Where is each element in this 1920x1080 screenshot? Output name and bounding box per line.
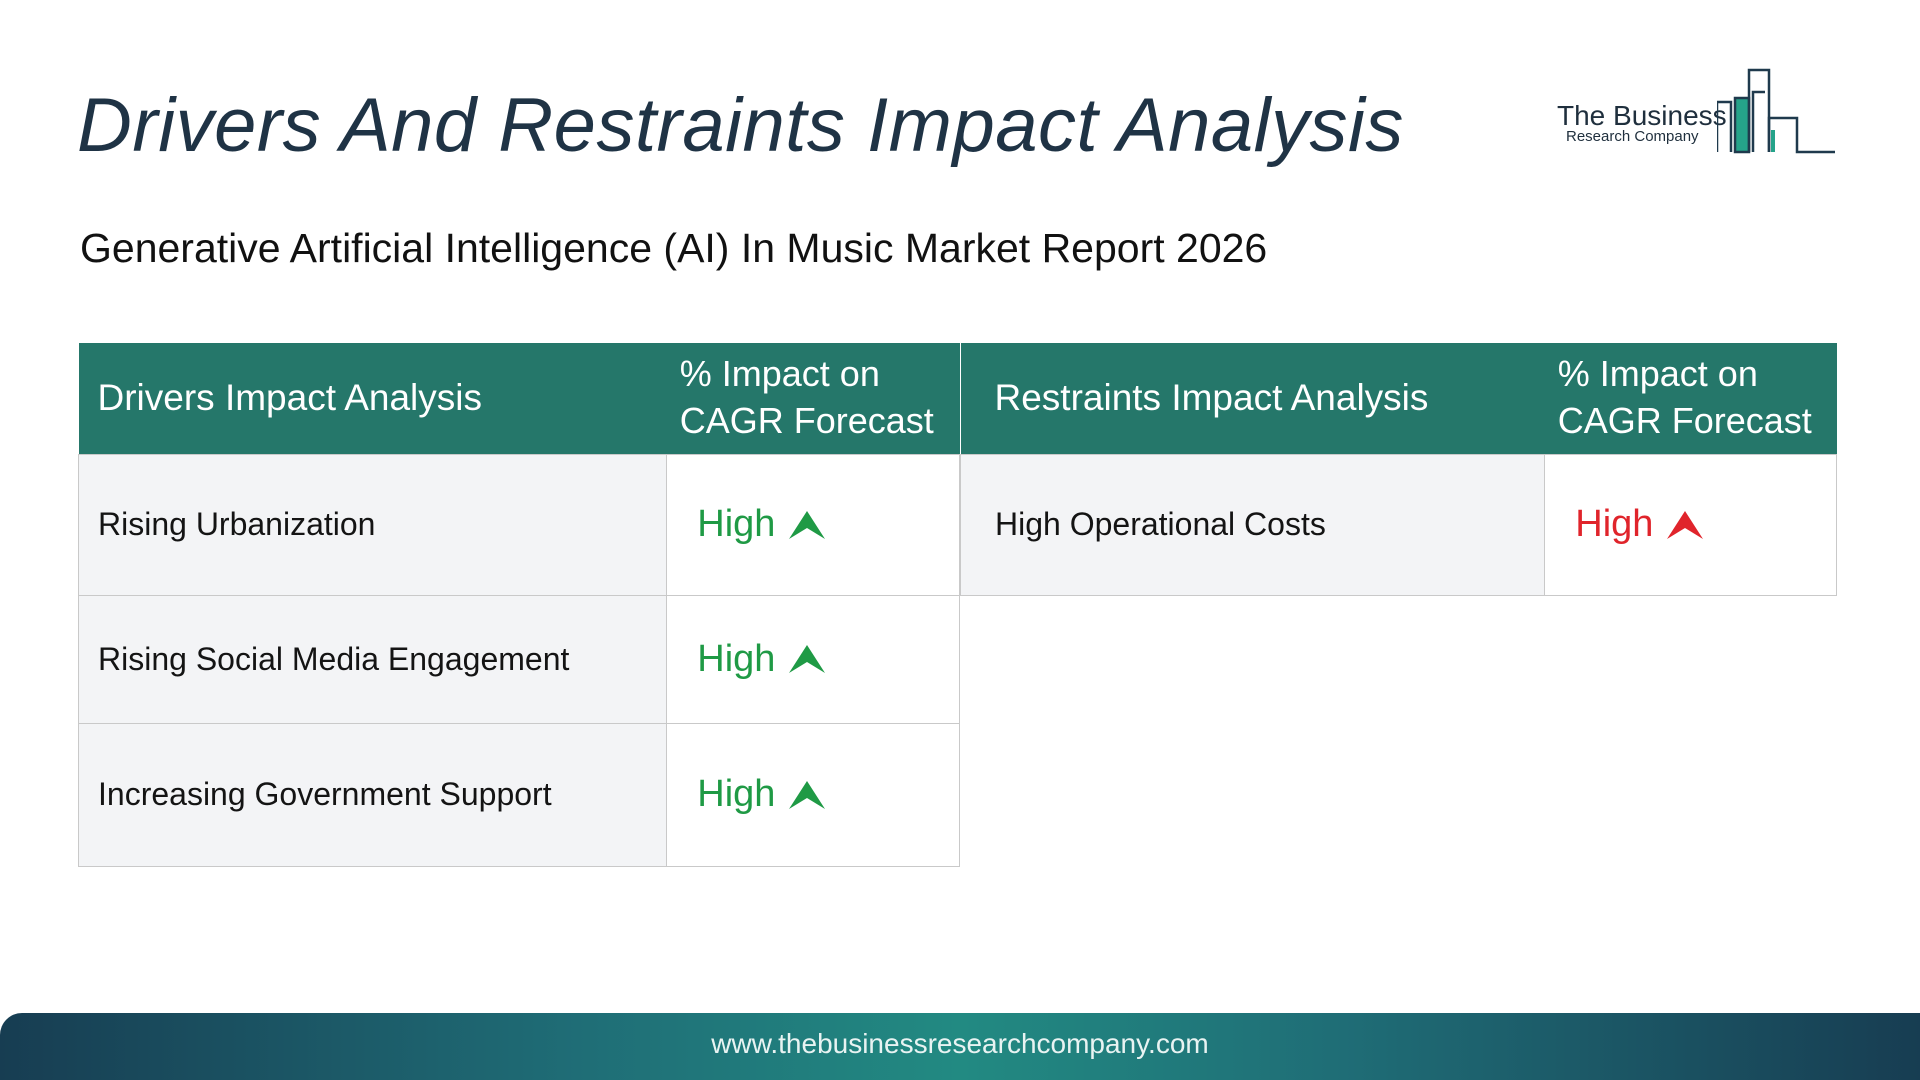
driver-impact-value: High bbox=[697, 503, 776, 545]
table-row: Rising Social Media Engagement High bbox=[77, 594, 960, 724]
arrow-up-icon bbox=[789, 645, 826, 673]
restraints-impact-header: % Impact on CAGR Forecast bbox=[1544, 343, 1837, 454]
logo-tagline: Research Company bbox=[1566, 128, 1699, 145]
restraints-header-row: Restraints Impact Analysis % Impact on C… bbox=[960, 343, 1837, 454]
table-row: Rising Urbanization High bbox=[77, 453, 960, 596]
driver-factor: Increasing Government Support bbox=[77, 722, 668, 867]
restraint-factor: High Operational Costs bbox=[959, 453, 1546, 596]
restraint-impact-value: High bbox=[1575, 503, 1654, 545]
driver-impact-cell: High bbox=[666, 722, 960, 867]
arrow-up-icon bbox=[789, 510, 826, 539]
driver-impact-value: High bbox=[697, 637, 776, 680]
table-row: High Operational Costs High bbox=[959, 453, 1837, 596]
table-row: Increasing Government Support High bbox=[77, 722, 960, 867]
restraint-impact-cell: High bbox=[1544, 453, 1837, 596]
arrow-up-icon bbox=[789, 780, 826, 809]
drivers-impact-header: % Impact on CAGR Forecast bbox=[666, 343, 960, 454]
driver-factor: Rising Social Media Engagement bbox=[77, 594, 668, 724]
building-chart-icon bbox=[1717, 68, 1835, 154]
footer-website-link[interactable]: www.thebusinessresearchcompany.com bbox=[0, 1028, 1920, 1060]
footer-bar: www.thebusinessresearchcompany.com bbox=[0, 1013, 1920, 1080]
company-logo: The Business Research Company bbox=[1555, 68, 1837, 156]
driver-factor: Rising Urbanization bbox=[77, 453, 668, 596]
restraints-table: Restraints Impact Analysis % Impact on C… bbox=[959, 343, 1837, 596]
driver-impact-cell: High bbox=[666, 453, 960, 596]
driver-impact-value: High bbox=[697, 773, 776, 815]
restraints-factor-header: Restraints Impact Analysis bbox=[960, 343, 1545, 454]
arrow-up-icon bbox=[1667, 510, 1704, 539]
drivers-table: Drivers Impact Analysis % Impact on CAGR… bbox=[77, 343, 960, 867]
drivers-factor-header: Drivers Impact Analysis bbox=[78, 343, 667, 454]
driver-impact-cell: High bbox=[666, 594, 960, 724]
slide: Drivers And Restraints Impact Analysis G… bbox=[0, 0, 1920, 1080]
page-title: Drivers And Restraints Impact Analysis bbox=[77, 83, 1404, 168]
report-subtitle: Generative Artificial Intelligence (AI) … bbox=[80, 225, 1268, 271]
drivers-header-row: Drivers Impact Analysis % Impact on CAGR… bbox=[78, 343, 960, 454]
